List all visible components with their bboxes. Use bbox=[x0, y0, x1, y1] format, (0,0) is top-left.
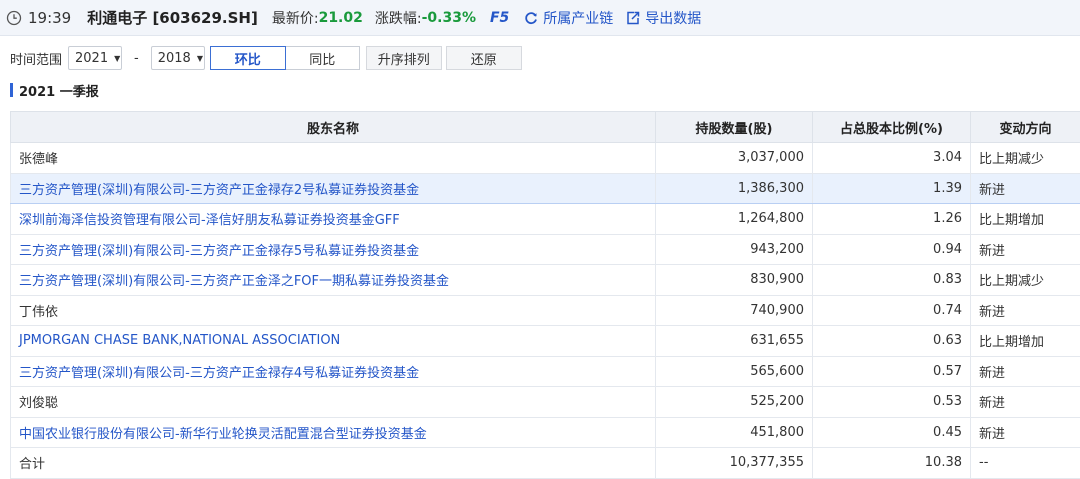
change-direction: 新进 bbox=[971, 356, 1080, 387]
shares-held: 525,200 bbox=[656, 387, 813, 418]
sort-ascending-button[interactable]: 升序排列 bbox=[366, 46, 442, 70]
shareholder-name[interactable]: 三方资产管理(深圳)有限公司-三方资产正金禄存5号私募证券投资基金 bbox=[11, 234, 656, 265]
share-ratio: 1.26 bbox=[813, 204, 971, 235]
shares-held: 943,200 bbox=[656, 234, 813, 265]
share-ratio: 0.83 bbox=[813, 265, 971, 296]
share-ratio: 0.74 bbox=[813, 295, 971, 326]
quote-header: 19:39 利通电子 [603629.SH] 最新价: 21.02 涨跌幅: -… bbox=[0, 0, 1080, 36]
shares-held: 830,900 bbox=[656, 265, 813, 296]
table-row[interactable]: 三方资产管理(深圳)有限公司-三方资产正金禄存5号私募证券投资基金943,200… bbox=[11, 234, 1080, 265]
end-year-value: 2018 bbox=[158, 51, 191, 66]
shares-held: 3,037,000 bbox=[656, 143, 813, 174]
export-data-link[interactable]: 导出数据 bbox=[625, 8, 701, 28]
change-direction: 比上期增加 bbox=[971, 204, 1080, 235]
table-row[interactable]: 刘俊聪525,2000.53新进 bbox=[11, 387, 1080, 418]
comparison-tabs: 环比 同比 bbox=[210, 46, 360, 70]
range-separator: - bbox=[134, 51, 139, 66]
table-row[interactable]: 中国农业银行股份有限公司-新华行业轮换灵活配置混合型证券投资基金451,8000… bbox=[11, 417, 1080, 448]
price-label: 最新价: bbox=[272, 8, 319, 28]
table-row[interactable]: 丁伟依740,9000.74新进 bbox=[11, 295, 1080, 326]
shareholder-name[interactable]: JPMORGAN CHASE BANK,NATIONAL ASSOCIATION bbox=[11, 326, 656, 357]
table-row[interactable]: 三方资产管理(深圳)有限公司-三方资产正金禄存4号私募证券投资基金565,600… bbox=[11, 356, 1080, 387]
shareholder-name[interactable]: 三方资产管理(深圳)有限公司-三方资产正金泽之FOF一期私募证券投资基金 bbox=[11, 265, 656, 296]
filter-bar: 时间范围 2021 ▼ - 2018 ▼ 环比 同比 升序排列 还原 bbox=[10, 45, 522, 71]
shares-held: 1,386,300 bbox=[656, 173, 813, 204]
col-header-ratio[interactable]: 占总股本比例(%) bbox=[813, 112, 971, 143]
quote-time: 19:39 bbox=[28, 9, 71, 27]
change-direction: 新进 bbox=[971, 173, 1080, 204]
industry-chain-label: 所属产业链 bbox=[543, 8, 613, 28]
refresh-f5-button[interactable]: F5 bbox=[490, 10, 509, 26]
change-label: 涨跌幅: bbox=[375, 8, 422, 28]
col-header-direction[interactable]: 变动方向 bbox=[971, 112, 1080, 143]
table-row[interactable]: 三方资产管理(深圳)有限公司-三方资产正金泽之FOF一期私募证券投资基金830,… bbox=[11, 265, 1080, 296]
report-title-text: 2021 一季报 bbox=[19, 81, 99, 100]
change-direction: 新进 bbox=[971, 234, 1080, 265]
total-row: 合计10,377,35510.38-- bbox=[11, 448, 1080, 479]
col-header-shares[interactable]: 持股数量(股) bbox=[656, 112, 813, 143]
report-title: 2021 一季报 bbox=[10, 82, 99, 98]
col-header-name[interactable]: 股东名称 bbox=[11, 112, 656, 143]
table-row[interactable]: 深圳前海泽信投资管理有限公司-泽信好朋友私募证券投资基金GFF1,264,800… bbox=[11, 204, 1080, 235]
shareholders-table: 股东名称 持股数量(股) 占总股本比例(%) 变动方向 张德峰3,037,000… bbox=[10, 111, 1080, 479]
refresh-cycle-icon bbox=[523, 10, 539, 26]
change-direction: 新进 bbox=[971, 387, 1080, 418]
total-label: 合计 bbox=[11, 448, 656, 479]
shares-held: 1,264,800 bbox=[656, 204, 813, 235]
shares-held: 631,655 bbox=[656, 326, 813, 357]
share-ratio: 0.45 bbox=[813, 417, 971, 448]
section-marker bbox=[10, 83, 13, 97]
total-ratio: 10.38 bbox=[813, 448, 971, 479]
change-direction: 新进 bbox=[971, 295, 1080, 326]
shareholder-name[interactable]: 深圳前海泽信投资管理有限公司-泽信好朋友私募证券投资基金GFF bbox=[11, 204, 656, 235]
share-ratio: 0.57 bbox=[813, 356, 971, 387]
dropdown-arrow-icon: ▼ bbox=[114, 54, 120, 63]
table-header-row: 股东名称 持股数量(股) 占总股本比例(%) 变动方向 bbox=[11, 112, 1080, 143]
tab-yoy[interactable]: 同比 bbox=[286, 46, 360, 70]
price-change: -0.33% bbox=[422, 10, 476, 26]
end-year-select[interactable]: 2018 ▼ bbox=[151, 46, 205, 70]
industry-chain-link[interactable]: 所属产业链 bbox=[523, 8, 613, 28]
change-direction: 新进 bbox=[971, 417, 1080, 448]
shares-held: 451,800 bbox=[656, 417, 813, 448]
share-ratio: 1.39 bbox=[813, 173, 971, 204]
share-ratio: 0.94 bbox=[813, 234, 971, 265]
export-label: 导出数据 bbox=[645, 8, 701, 28]
change-direction: 比上期增加 bbox=[971, 326, 1080, 357]
shareholder-name: 刘俊聪 bbox=[11, 387, 656, 418]
table-row[interactable]: 三方资产管理(深圳)有限公司-三方资产正金禄存2号私募证券投资基金1,386,3… bbox=[11, 173, 1080, 204]
share-ratio: 3.04 bbox=[813, 143, 971, 174]
start-year-value: 2021 bbox=[75, 51, 108, 66]
shareholder-name[interactable]: 三方资产管理(深圳)有限公司-三方资产正金禄存4号私募证券投资基金 bbox=[11, 356, 656, 387]
range-label: 时间范围 bbox=[10, 49, 62, 68]
shares-held: 740,900 bbox=[656, 295, 813, 326]
start-year-select[interactable]: 2021 ▼ bbox=[68, 46, 122, 70]
reset-button[interactable]: 还原 bbox=[446, 46, 522, 70]
shareholder-name: 张德峰 bbox=[11, 143, 656, 174]
share-ratio: 0.53 bbox=[813, 387, 971, 418]
shareholder-name[interactable]: 三方资产管理(深圳)有限公司-三方资产正金禄存2号私募证券投资基金 bbox=[11, 173, 656, 204]
export-icon bbox=[625, 10, 641, 26]
change-direction: 比上期减少 bbox=[971, 143, 1080, 174]
total-shares: 10,377,355 bbox=[656, 448, 813, 479]
table-row[interactable]: JPMORGAN CHASE BANK,NATIONAL ASSOCIATION… bbox=[11, 326, 1080, 357]
latest-price: 21.02 bbox=[319, 10, 363, 26]
total-direction: -- bbox=[971, 448, 1080, 479]
shareholder-name[interactable]: 中国农业银行股份有限公司-新华行业轮换灵活配置混合型证券投资基金 bbox=[11, 417, 656, 448]
change-direction: 比上期减少 bbox=[971, 265, 1080, 296]
dropdown-arrow-icon: ▼ bbox=[197, 54, 203, 63]
share-ratio: 0.63 bbox=[813, 326, 971, 357]
tab-qoq[interactable]: 环比 bbox=[210, 46, 286, 70]
shareholder-name: 丁伟依 bbox=[11, 295, 656, 326]
shares-held: 565,600 bbox=[656, 356, 813, 387]
stock-title[interactable]: 利通电子 [603629.SH] bbox=[87, 7, 258, 28]
clock-icon bbox=[6, 10, 22, 26]
table-row[interactable]: 张德峰3,037,0003.04比上期减少 bbox=[11, 143, 1080, 174]
